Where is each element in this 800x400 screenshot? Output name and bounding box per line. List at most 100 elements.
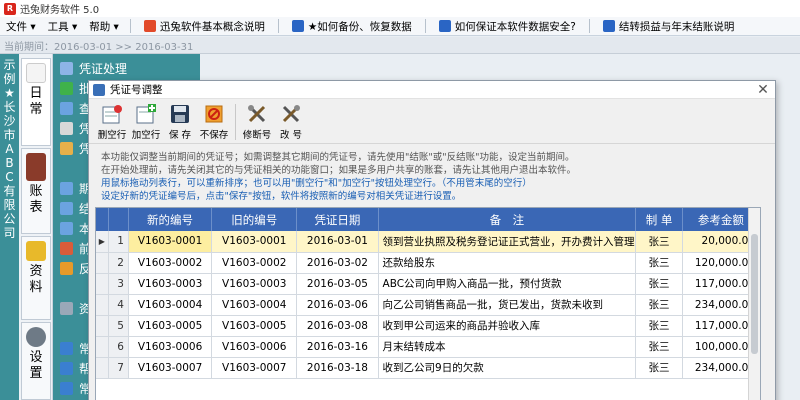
daily-icon [26, 63, 46, 83]
close-icon[interactable]: ✕ [755, 82, 771, 98]
company-char: 有 [3, 184, 16, 198]
module-item[interactable]: 凭证处理 [56, 58, 200, 78]
column-header-new-no[interactable]: 新的编号 [128, 208, 213, 231]
shield-icon [438, 20, 451, 32]
cell-new-no[interactable]: V1603-0006 [128, 336, 213, 358]
row-number: 4 [108, 294, 129, 316]
cell-note: 收到甲公司运来的商品并验收入库 [378, 315, 637, 337]
menu-help[interactable]: 帮助 ▾ [83, 19, 125, 34]
company-char: 司 [3, 226, 16, 240]
row-indicator [96, 294, 109, 316]
cell-maker: 张三 [635, 273, 683, 295]
cell-maker: 张三 [635, 357, 683, 379]
column-header-note[interactable]: 备 注 [378, 208, 637, 231]
vertical-scrollbar[interactable] [748, 208, 760, 400]
table-row[interactable]: ▶ 1 V1603-0001 V1603-0001 2016-03-01 领到营业执照及税… [96, 231, 760, 253]
ledger-icon [26, 153, 46, 181]
voucher-renumber-dialog: 凭证号调整 ✕ 删空行 加空行 保 存 不保存 修断号 改 号 本功能仅调整当前… [88, 80, 776, 400]
table-row[interactable]: 2 V1603-0002 V1603-0002 2016-03-02 还款给股东 张三 12… [96, 252, 760, 274]
cell-new-no[interactable]: V1603-0002 [128, 252, 213, 274]
cell-maker: 张三 [635, 231, 683, 253]
delete-row-button[interactable]: 删空行 [95, 101, 129, 143]
app-logo-icon: R [4, 2, 16, 15]
blue-dot-icon [60, 361, 73, 375]
company-char: 长 [3, 100, 16, 114]
cell-date: 2016-03-08 [296, 315, 379, 337]
company-char: 沙 [3, 114, 16, 128]
tab-data[interactable]: 资 料 [21, 236, 51, 320]
cell-new-no[interactable]: V1603-0001 [128, 231, 213, 253]
renumber-button[interactable]: 改 号 [274, 101, 308, 143]
cell-note: 收到乙公司9日的欠款 [378, 357, 637, 379]
cell-note: 领到营业执照及税务登记证正式营业，开办费计入管理费 [378, 231, 637, 253]
menu-bar: 文件 ▾ 工具 ▾ 帮助 ▾ 迅兔软件基本概念说明 ★如何备份、恢复数据 如何保… [0, 17, 800, 36]
table-row[interactable]: 4 V1603-0004 V1603-0004 2016-03-06 向乙公司销售商品一… [96, 294, 760, 316]
pen-icon [60, 61, 73, 75]
dialog-toolbar: 删空行 加空行 保 存 不保存 修断号 改 号 [89, 100, 775, 144]
tab-daily[interactable]: 日 常 [21, 58, 51, 146]
cell-new-no[interactable]: V1603-0003 [128, 273, 213, 295]
cell-maker: 张三 [635, 252, 683, 274]
company-char: 限 [3, 198, 16, 212]
row-number: 5 [108, 315, 129, 337]
quick-link-concepts[interactable]: 迅兔软件基本概念说明 [136, 19, 273, 34]
delete-row-icon [101, 103, 123, 125]
row-indicator [96, 357, 109, 379]
row-indicator [96, 252, 109, 274]
check-icon [60, 81, 73, 95]
row-indicator [96, 315, 109, 337]
tab-settings[interactable]: 设 置 [21, 322, 51, 400]
quick-link-backup[interactable]: ★如何备份、恢复数据 [284, 19, 420, 34]
cell-note: 月末结转成本 [378, 336, 637, 358]
company-char: 示 [3, 58, 16, 72]
cell-new-no[interactable]: V1603-0004 [128, 294, 213, 316]
period-icon [60, 181, 73, 195]
list-icon [60, 221, 73, 235]
column-header [108, 208, 129, 231]
cell-date: 2016-03-16 [296, 336, 379, 358]
search-icon [60, 101, 73, 115]
fix-number-button[interactable]: 修断号 [240, 101, 274, 143]
cross-icon [60, 141, 73, 155]
instruction-line: 在开始处理前，请先关闭其它的与凭证相关的功能窗口；如果是多用户共享的账套，请先让… [101, 165, 577, 176]
add-row-button[interactable]: 加空行 [129, 101, 163, 143]
menu-separator [129, 19, 131, 33]
table-header-row: 新的编号 旧的编号 凭证日期 备 注 制 单 参考金额 [96, 208, 760, 231]
transfer-icon [60, 201, 73, 215]
cell-new-no[interactable]: V1603-0007 [128, 357, 213, 379]
table-row[interactable]: 7 V1603-0007 V1603-0007 2016-03-18 收到乙公司9日的欠… [96, 357, 760, 379]
table-row[interactable]: 3 V1603-0003 V1603-0003 2016-03-05 ABC公司向甲购入… [96, 273, 760, 295]
doc-icon [60, 121, 73, 135]
instruction-line: 设定好新的凭证编号后，点击"保存"按钮，软件将按照新的编号对相关凭证进行设置。 [101, 191, 462, 202]
save-button[interactable]: 保 存 [163, 101, 197, 143]
instruction-line: 用鼠标拖动列表行，可以重新排序；也可以用"删空行"和"加空行"按钮处理空行。（不… [101, 178, 532, 189]
scrollbar-thumb[interactable] [751, 234, 758, 354]
company-name-band: 示例 ★ 长沙市 A B C 有限公司 [0, 54, 19, 400]
cell-new-no[interactable]: V1603-0005 [128, 315, 213, 337]
grid-icon [60, 301, 73, 315]
column-header-maker[interactable]: 制 单 [635, 208, 683, 231]
save-icon [169, 103, 191, 125]
row-number: 3 [108, 273, 129, 295]
quick-link-security[interactable]: 如何保证本软件数据安全? [431, 19, 584, 34]
dialog-icon [93, 83, 105, 96]
cell-date: 2016-03-06 [296, 294, 379, 316]
fix-number-icon [246, 103, 268, 125]
table-row[interactable]: 5 V1603-0005 V1603-0005 2016-03-08 收到甲公司运来的商… [96, 315, 760, 337]
column-header-old-no[interactable]: 旧的编号 [211, 208, 298, 231]
gear-icon [26, 327, 46, 347]
table-row[interactable]: 6 V1603-0006 V1603-0006 2016-03-16 月末结转成本 张三 1… [96, 336, 760, 358]
column-header-date[interactable]: 凭证日期 [296, 208, 379, 231]
menu-tools[interactable]: 工具 ▾ [42, 19, 84, 34]
company-char: 公 [3, 212, 16, 226]
tab-ledger[interactable]: 账 表 [21, 148, 51, 234]
quick-link-closing[interactable]: 结转损益与年末结账说明 [595, 19, 743, 34]
cell-old-no: V1603-0005 [211, 315, 298, 337]
discard-button[interactable]: 不保存 [197, 101, 231, 143]
company-char: A [5, 142, 14, 156]
menu-separator [277, 19, 279, 33]
menu-file[interactable]: 文件 ▾ [0, 19, 42, 34]
menu-separator [588, 19, 590, 33]
discard-icon [203, 103, 225, 125]
row-indicator: ▶ [96, 231, 109, 253]
